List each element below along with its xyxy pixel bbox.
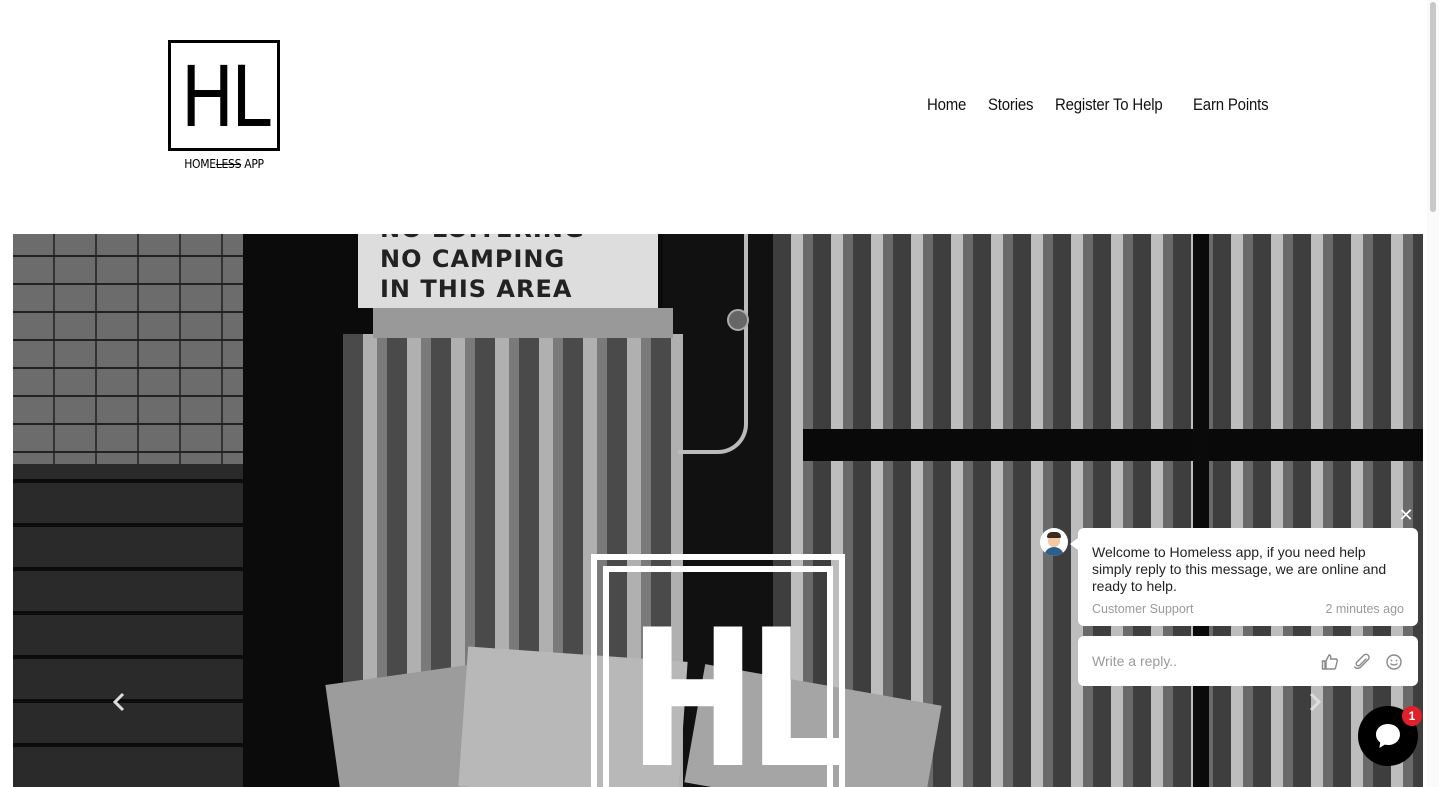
hero-photo-sign: NO LOITERING NO CAMPING IN THIS AREA (358, 234, 658, 308)
chat-message-bubble[interactable]: Welcome to Homeless app, if you need hel… (1070, 528, 1418, 626)
sign-line: NO LOITERING (380, 234, 636, 244)
nav-stories[interactable]: Stories (988, 95, 1034, 115)
nav-home[interactable]: Home (927, 95, 966, 115)
close-icon[interactable]: ✕ (1396, 506, 1416, 526)
chat-sender: Customer Support (1092, 602, 1194, 616)
hero-photo-rail (803, 429, 1423, 461)
unread-badge: 1 (1402, 706, 1422, 726)
hero-photo-brick-lower (13, 464, 243, 787)
avatar-hair (1047, 532, 1061, 538)
chat-reply-box (1078, 636, 1418, 686)
thumbs-up-icon[interactable] (1320, 652, 1340, 672)
emoji-icon[interactable] (1384, 652, 1404, 672)
hero-photo-door-handle (678, 234, 748, 454)
hero-photo-shelf (373, 308, 673, 338)
scrollbar-thumb[interactable] (1430, 2, 1436, 212)
chat-timestamp: 2 minutes ago (1325, 602, 1404, 616)
chat-reply-input[interactable] (1092, 650, 1302, 672)
hero-carousel: NO LOITERING NO CAMPING IN THIS AREA HL (13, 234, 1423, 787)
paperclip-icon[interactable] (1352, 652, 1372, 672)
support-avatar (1040, 528, 1068, 556)
chevron-left-icon[interactable] (109, 692, 129, 716)
main-nav: Home Stories Register To Help Earn Point… (927, 95, 1279, 115)
logo-caption-suffix: APP (241, 157, 264, 171)
site-header: HL HOMELESS APP Home Stories Register To… (0, 0, 1427, 234)
chat-message-meta: Customer Support 2 minutes ago (1092, 602, 1404, 616)
nav-earn-points[interactable]: Earn Points (1193, 95, 1269, 115)
site-logo[interactable]: HL HOMELESS APP (168, 40, 280, 175)
avatar-body (1044, 547, 1064, 556)
chat-message-text: Welcome to Homeless app, if you need hel… (1092, 544, 1387, 594)
logo-caption-prefix: HOME (184, 157, 216, 171)
hero-photo-lock (727, 309, 749, 331)
chevron-right-icon[interactable] (1305, 692, 1325, 716)
sign-line: IN THIS AREA (380, 275, 573, 303)
logo-caption: HOMELESS APP (168, 157, 280, 171)
hero-logo: HL (591, 554, 845, 787)
logo-letters: HL (180, 48, 271, 146)
nav-register-to-help[interactable]: Register To Help (1055, 95, 1163, 115)
chat-bubble-icon (1376, 724, 1400, 748)
page-scrollbar[interactable] (1427, 0, 1439, 787)
logo-frame: HL (168, 40, 280, 151)
hero-logo-letters: HL (629, 589, 845, 787)
logo-caption-strike: LESS (215, 157, 242, 171)
hero-photo-post (1193, 234, 1209, 787)
sign-line: NO CAMPING (380, 245, 566, 273)
